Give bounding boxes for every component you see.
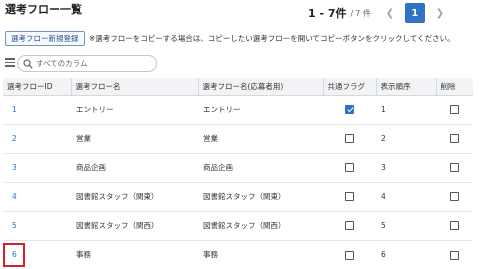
common-flag-checkbox[interactable] [345,250,354,260]
search-box[interactable] [17,55,157,72]
highlight-box [3,242,25,267]
register-flow-button[interactable]: 選考フロー新規登録 [5,31,85,46]
flow-id-link[interactable]: 1 [3,95,71,125]
table-row: 2 営業 営業 2 [3,124,473,154]
column-header-id[interactable]: 選考フローID [3,78,72,96]
flow-applicant-name: 図書館スタッフ（関西） [198,211,323,241]
common-flag-checkbox[interactable] [345,105,354,115]
flow-id-link[interactable]: 4 [3,182,71,212]
delete-checkbox[interactable] [450,163,459,173]
column-header-name[interactable]: 選考フロー名 [71,78,199,96]
chevron-left-icon[interactable]: ❮ [383,8,397,19]
flow-name: 商品企画 [71,153,198,183]
flow-id-link[interactable]: 5 [3,211,71,241]
pagination-separator: / [350,8,354,18]
flow-name: エントリー [71,95,198,125]
column-header-delete[interactable]: 削除 [436,78,473,96]
current-page-button[interactable]: 1 [404,3,425,23]
column-header-common-flag[interactable]: 共通フラグ [323,78,377,96]
column-menu-icon[interactable] [5,58,15,67]
display-order: 6 [381,250,386,260]
table-row: 3 商品企画 商品企画 3 [3,153,473,183]
column-header-order[interactable]: 表示順序 [376,78,437,96]
flow-applicant-name: 商品企画 [198,153,323,183]
flow-name: 営業 [71,124,198,154]
flow-id-link-highlighted[interactable]: 6 [3,240,71,269]
common-flag-checkbox[interactable] [345,221,354,231]
table-header-row: 選考フローID 選考フロー名 選考フロー名(応募者用) 共通フラグ 表示順序 削… [3,78,473,96]
display-order: 1 [376,95,436,125]
flow-id-link[interactable]: 3 [3,153,71,183]
page-title: 選考フロー一覧 [5,3,82,16]
column-header-applicant-name[interactable]: 選考フロー名(応募者用) [198,78,324,96]
pagination-range: 1 - 7件 [308,7,347,20]
display-order: 4 [376,182,436,212]
flow-name: 図書館スタッフ（関東） [71,182,198,212]
display-order: 2 [376,124,436,154]
common-flag-checkbox[interactable] [345,134,354,144]
table-row: 4 図書館スタッフ（関東） 図書館スタッフ（関東） 4 [3,182,473,212]
common-flag-checkbox[interactable] [345,192,354,202]
flow-applicant-name: 事務 [203,250,218,260]
flow-name: 事務 [76,250,91,260]
common-flag-checkbox[interactable] [345,163,354,173]
flow-id-link[interactable]: 2 [3,124,71,154]
chevron-right-icon[interactable]: ❯ [433,8,447,19]
delete-checkbox[interactable] [450,105,459,115]
display-order: 5 [376,211,436,241]
copy-note: ※選考フローをコピーする場合は、コピーしたい選考フローを開いてコピーボタンをクリ… [89,34,455,43]
delete-checkbox[interactable] [450,221,459,231]
table-row: 6 事務 事務 6 [3,240,473,269]
display-order: 3 [376,153,436,183]
table-row: 5 図書館スタッフ（関西） 図書館スタッフ（関西） 5 [3,211,473,241]
pagination-total: 7 件 [355,8,371,18]
flow-name: 図書館スタッフ（関西） [71,211,198,241]
flow-table: 選考フローID 選考フロー名 選考フロー名(応募者用) 共通フラグ 表示順序 削… [3,78,473,269]
delete-checkbox[interactable] [450,192,459,202]
search-input[interactable] [36,59,146,68]
flow-applicant-name: エントリー [198,95,323,125]
delete-checkbox[interactable] [450,134,459,144]
table-row: 1 エントリー エントリー 1 [3,95,473,125]
flow-applicant-name: 図書館スタッフ（関東） [198,182,323,212]
flow-applicant-name: 営業 [198,124,323,154]
search-icon [23,58,33,69]
pagination: 1 - 7件 / 7 件 ❮ 1 ❯ [308,3,447,23]
delete-checkbox[interactable] [450,250,459,260]
